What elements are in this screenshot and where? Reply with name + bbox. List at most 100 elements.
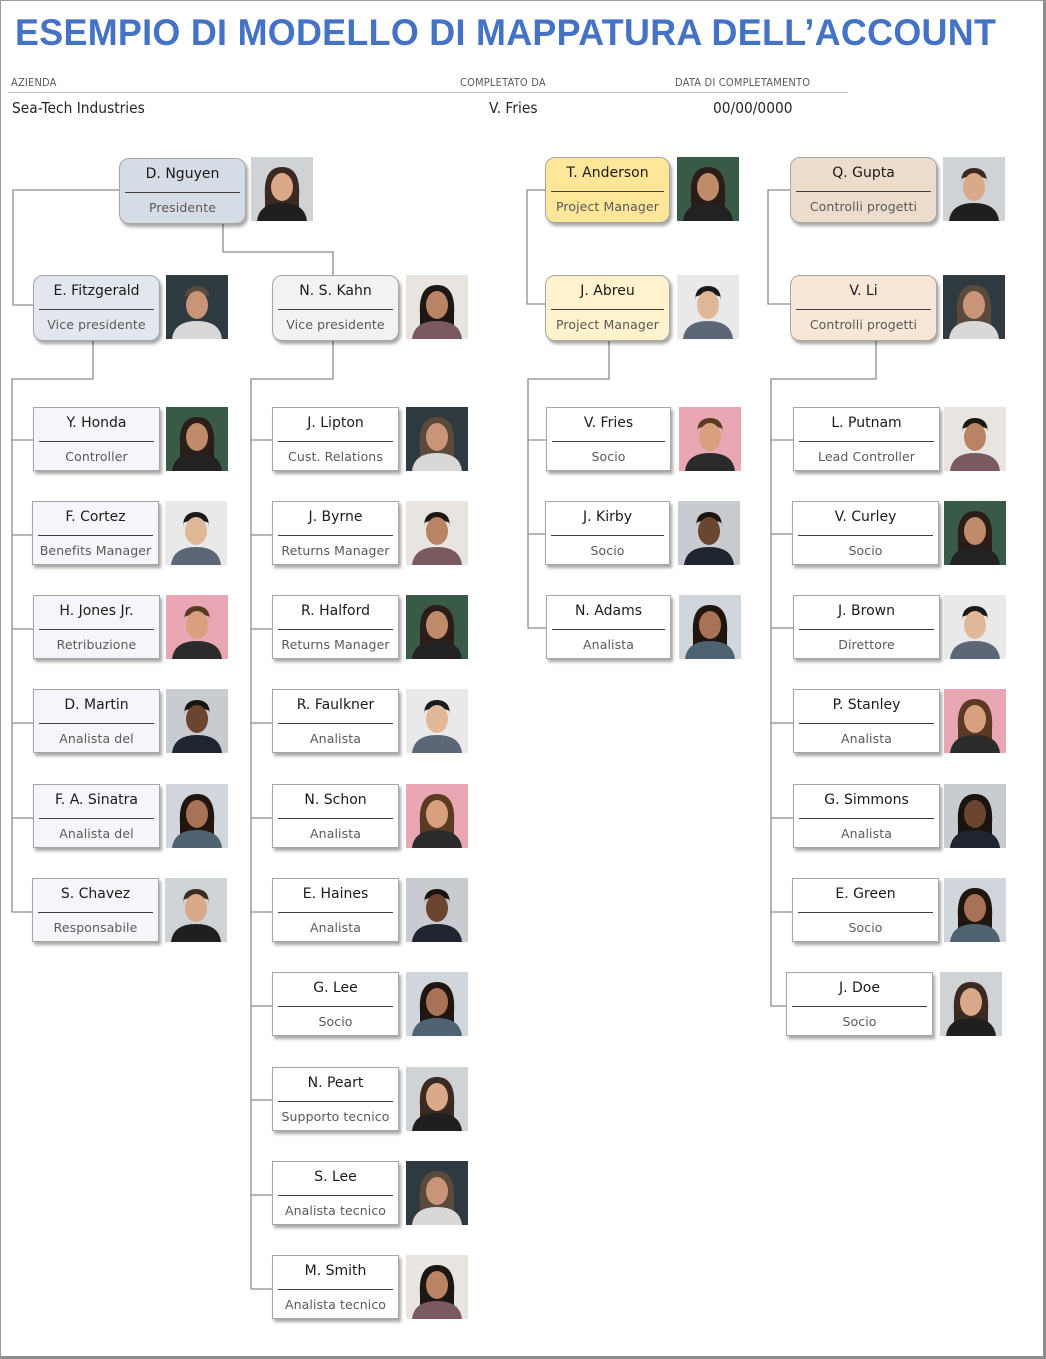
- avatar-photo-lipton: [406, 407, 468, 471]
- person-name: J. Kirby: [582, 509, 633, 525]
- person-role: Analista del: [59, 731, 134, 746]
- avatar-photo-simmons: [944, 784, 1006, 848]
- org-node-putnam[interactable]: L. Putnam Lead Controller: [793, 407, 940, 471]
- person-role: Vice presidente: [47, 317, 146, 332]
- org-node-curley[interactable]: V. Curley Socio: [792, 501, 939, 565]
- avatar-photo-putnam: [944, 407, 1006, 471]
- name-divider: [39, 441, 154, 442]
- org-node-nguyen[interactable]: D. Nguyen Presidente: [119, 158, 246, 224]
- header-divider: [8, 92, 848, 93]
- org-node-sinatra[interactable]: F. A. Sinatra Analista del: [33, 784, 160, 848]
- org-node-li[interactable]: V. Li Controlli progetti: [790, 275, 937, 341]
- company-value[interactable]: Sea-Tech Industries: [12, 99, 145, 117]
- person-name: M. Smith: [304, 1263, 367, 1279]
- avatar-photo-schon: [406, 784, 468, 848]
- org-node-glee[interactable]: G. Lee Socio: [272, 972, 399, 1036]
- org-node-smith[interactable]: M. Smith Analista tecnico: [272, 1255, 399, 1319]
- org-node-abreu[interactable]: J. Abreu Project Manager: [545, 275, 670, 341]
- org-node-jones[interactable]: H. Jones Jr. Retribuzione: [33, 595, 160, 659]
- org-node-adams[interactable]: N. Adams Analista: [546, 595, 671, 659]
- person-name: Y. Honda: [66, 415, 127, 431]
- person-role: Cust. Relations: [288, 449, 383, 464]
- avatar-photo-sinatra: [166, 784, 228, 848]
- org-node-martin[interactable]: D. Martin Analista del: [33, 689, 160, 753]
- org-node-simmons[interactable]: G. Simmons Analista: [793, 784, 940, 848]
- person-role: Analista tecnico: [284, 1297, 387, 1312]
- company-label: AZIENDA: [11, 76, 57, 89]
- name-divider: [39, 723, 154, 724]
- completed-by-value[interactable]: V. Fries: [489, 99, 538, 117]
- person-name: F. A. Sinatra: [55, 792, 138, 808]
- person-name: R. Halford: [300, 603, 370, 619]
- person-name: D. Nguyen: [145, 166, 220, 182]
- org-node-honda[interactable]: Y. Honda Controller: [33, 407, 160, 471]
- completion-date-value[interactable]: 00/00/0000: [713, 99, 793, 117]
- org-node-cortez[interactable]: F. Cortez Benefits Manager: [32, 501, 159, 565]
- avatar-photo-kahn: [406, 275, 468, 339]
- org-node-halford[interactable]: R. Halford Returns Manager: [272, 595, 399, 659]
- person-role: Responsabile: [53, 920, 138, 935]
- avatar-photo-fries: [679, 407, 741, 471]
- person-name: V. Curley: [834, 509, 897, 525]
- org-node-chavez[interactable]: S. Chavez Responsabile: [32, 878, 159, 942]
- person-name: T. Anderson: [566, 165, 649, 181]
- person-name: V. Fries: [583, 415, 634, 431]
- person-role: Analista tecnico: [284, 1203, 387, 1218]
- person-name: E. Green: [835, 886, 896, 902]
- org-node-peart[interactable]: N. Peart Supporto tecnico: [272, 1067, 399, 1131]
- org-node-green[interactable]: E. Green Socio: [792, 878, 939, 942]
- name-divider: [799, 818, 934, 819]
- org-node-doe[interactable]: J. Doe Socio: [786, 972, 933, 1036]
- org-node-kahn[interactable]: N. S. Kahn Vice presidente: [272, 275, 399, 341]
- name-divider: [38, 912, 153, 913]
- avatar-photo-honda: [166, 407, 228, 471]
- person-role: Analista: [310, 920, 361, 935]
- org-node-slee[interactable]: S. Lee Analista tecnico: [272, 1161, 399, 1225]
- avatar-photo-jones: [166, 595, 228, 659]
- completion-date-label: DATA DI COMPLETAMENTO: [675, 76, 811, 89]
- avatar-photo-smith: [406, 1255, 468, 1319]
- person-name: S. Chavez: [60, 886, 131, 902]
- org-node-schon[interactable]: N. Schon Analista: [272, 784, 399, 848]
- name-divider: [125, 192, 240, 193]
- person-role: Vice presidente: [286, 317, 385, 332]
- person-role: Socio: [318, 1014, 353, 1029]
- person-name: L. Putnam: [831, 415, 902, 431]
- name-divider: [278, 1195, 393, 1196]
- person-role: Analista: [841, 826, 892, 841]
- org-node-byrne[interactable]: J. Byrne Returns Manager: [272, 501, 399, 565]
- avatar-photo-gupta: [943, 157, 1005, 221]
- person-role: Socio: [842, 1014, 877, 1029]
- org-node-brown[interactable]: J. Brown Direttore: [793, 595, 940, 659]
- avatar-photo-brown: [944, 595, 1006, 659]
- org-node-faulkner[interactable]: R. Faulkner Analista: [272, 689, 399, 753]
- avatar-photo-abreu: [677, 275, 739, 339]
- person-role: Lead Controller: [818, 449, 915, 464]
- org-node-gupta[interactable]: Q. Gupta Controlli progetti: [790, 157, 937, 223]
- person-role: Analista: [841, 731, 892, 746]
- org-node-stanley[interactable]: P. Stanley Analista: [793, 689, 940, 753]
- person-role: Analista: [583, 637, 634, 652]
- name-divider: [39, 629, 154, 630]
- person-role: Returns Manager: [281, 637, 390, 652]
- name-divider: [278, 723, 393, 724]
- person-role: Presidente: [149, 200, 216, 215]
- org-node-lipton[interactable]: J. Lipton Cust. Relations: [272, 407, 399, 471]
- org-node-fries[interactable]: V. Fries Socio: [546, 407, 671, 471]
- avatar-photo-curley: [944, 501, 1006, 565]
- person-role: Analista: [310, 826, 361, 841]
- org-node-anderson[interactable]: T. Anderson Project Manager: [545, 157, 670, 223]
- person-name: N. Adams: [574, 603, 643, 619]
- person-name: N. S. Kahn: [299, 283, 372, 299]
- avatar-photo-kirby: [678, 501, 740, 565]
- org-node-fitzgerald[interactable]: E. Fitzgerald Vice presidente: [33, 275, 160, 341]
- avatar-photo-haines: [406, 878, 468, 942]
- name-divider: [38, 535, 153, 536]
- name-divider: [551, 191, 664, 192]
- name-divider: [278, 309, 393, 310]
- person-name: G. Simmons: [824, 792, 909, 808]
- org-node-haines[interactable]: E. Haines Analista: [272, 878, 399, 942]
- person-name: E. Haines: [302, 886, 369, 902]
- org-node-kirby[interactable]: J. Kirby Socio: [545, 501, 670, 565]
- name-divider: [278, 1006, 393, 1007]
